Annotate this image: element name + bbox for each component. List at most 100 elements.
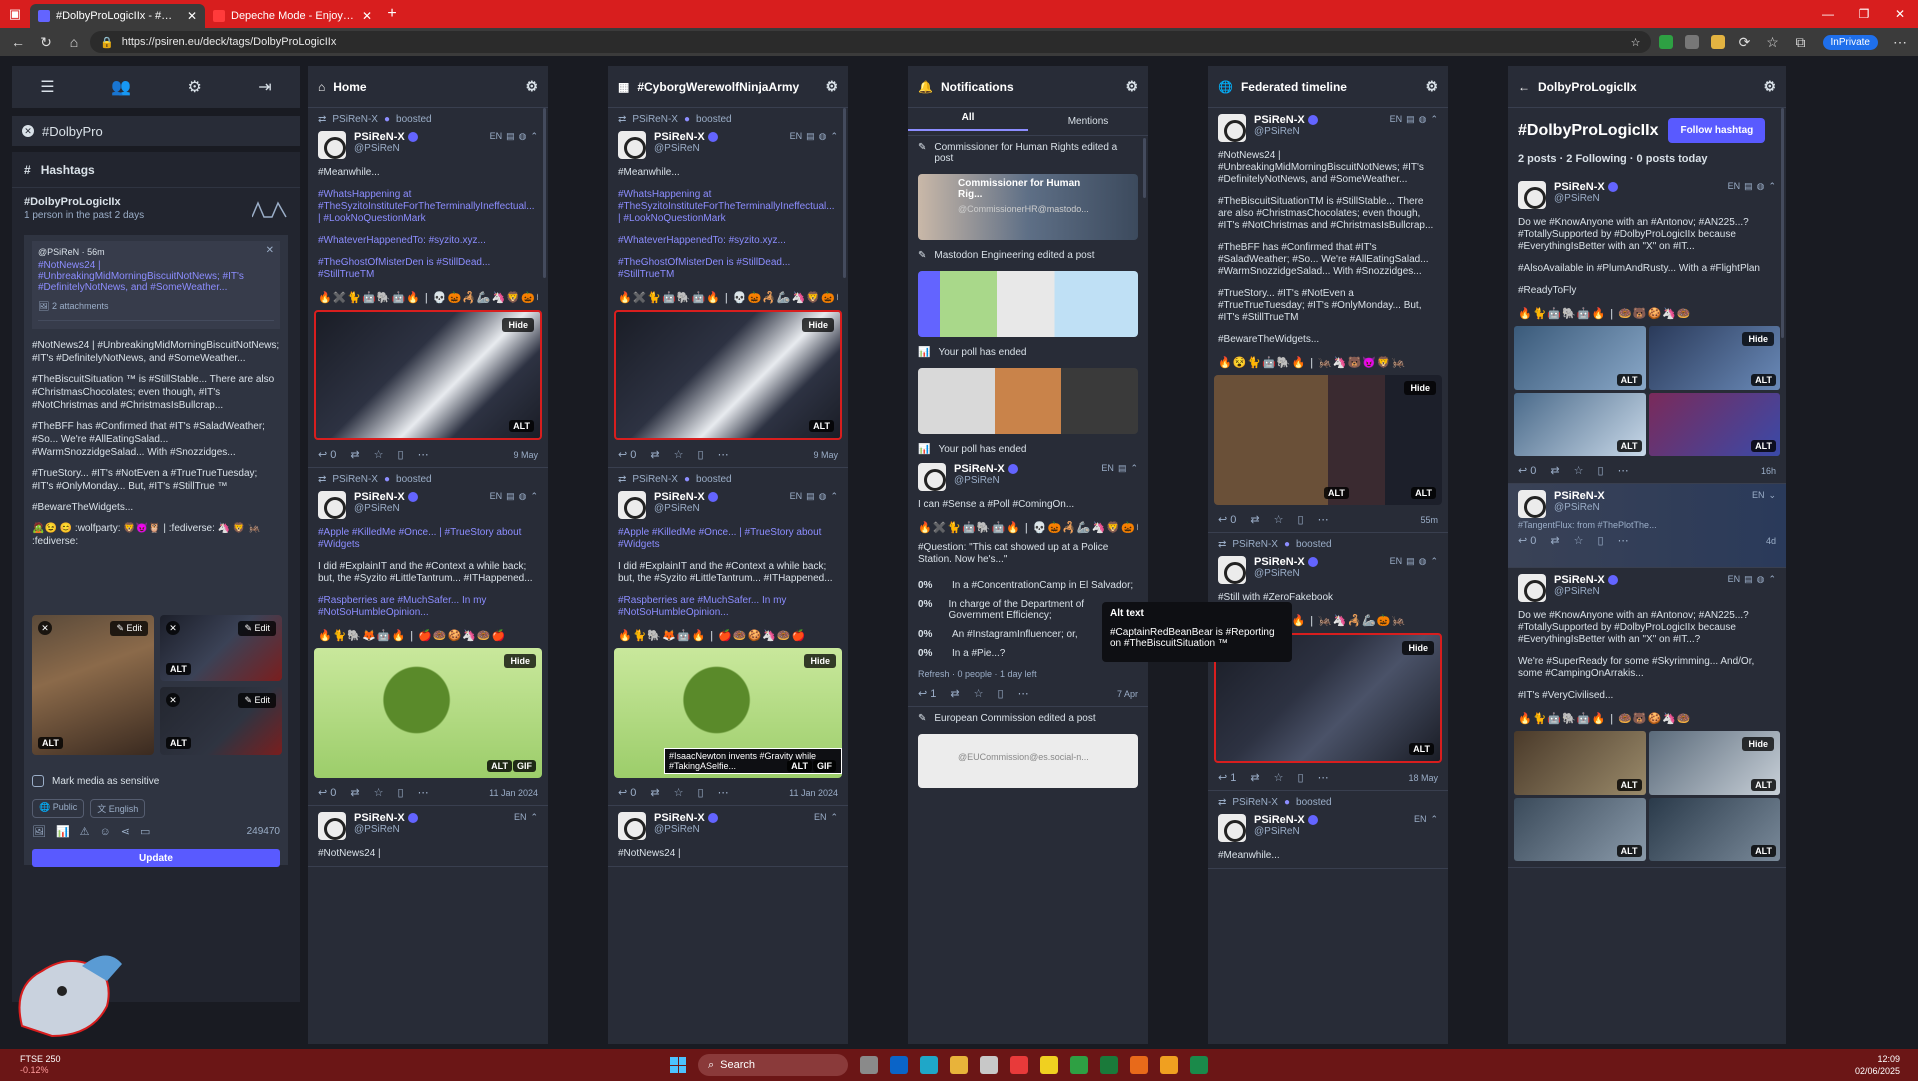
settings-icon[interactable]: ⟳ <box>1733 34 1757 51</box>
favourite-icon[interactable]: ☆ <box>1574 534 1584 547</box>
alt-badge[interactable]: ALT <box>509 420 534 432</box>
reply-all-icon[interactable]: ↩ 1 <box>1218 771 1236 784</box>
column-settings-icon[interactable]: ⚙ <box>525 78 538 95</box>
media-item[interactable]: ALT <box>1648 797 1780 861</box>
notification-edited[interactable]: ✎ Mastodon Engineering edited a post <box>908 244 1148 267</box>
favourite-icon[interactable]: ☆ <box>974 687 984 700</box>
excel-icon[interactable] <box>1190 1056 1208 1074</box>
boost-icon[interactable]: ⇄ <box>350 786 359 799</box>
display-name[interactable]: PSiReN-X <box>654 131 718 143</box>
bookmark-icon[interactable]: ▯ <box>1298 771 1304 784</box>
status[interactable]: PSiReN-X @PSiReN EN ⌃ #NotNews24 | <box>608 806 848 867</box>
status[interactable]: ⇄ PSiReN-X ● boosted PSiReN-X @PSiReN EN ▤ ◍ ⌃… <box>308 108 548 468</box>
avatar[interactable] <box>1218 114 1246 142</box>
display-name[interactable]: PSiReN-X <box>1554 490 1605 502</box>
scrollbar[interactable] <box>843 108 846 278</box>
boost-icon[interactable]: ⇄ <box>1550 464 1559 477</box>
notification-edited[interactable]: ✎ Commissioner for Human Rights edited a … <box>908 136 1148 170</box>
avatar[interactable] <box>618 812 646 840</box>
inprivate-badge[interactable]: InPrivate <box>1822 34 1878 50</box>
status-date[interactable]: 18 May <box>1408 773 1438 783</box>
avatar[interactable] <box>318 491 346 519</box>
browser-menu-icon[interactable]: ▣ <box>0 0 30 28</box>
language-dropdown[interactable]: 文 English <box>90 799 146 818</box>
follow-hashtag-button[interactable]: Follow hashtag <box>1668 118 1766 143</box>
alt-badge[interactable]: ALT <box>1751 373 1776 386</box>
upload-thumbnail[interactable]: ✕ ✎ Edit ALT <box>160 687 282 755</box>
more-icon[interactable]: ⋯ <box>718 448 729 461</box>
favourite-icon[interactable]: ☆ <box>674 448 684 461</box>
avatar[interactable] <box>318 812 346 840</box>
alt-badge[interactable]: ALT <box>1751 778 1776 791</box>
more-icon[interactable]: ⋯ <box>1018 687 1029 700</box>
media-gallery[interactable]: ALT Hide ALT ALT ALT <box>1514 326 1780 456</box>
status[interactable]: PSiReN-X @PSiReN EN ▤ ◍ ⌃ Do we #KnowAnyone… <box>1508 175 1786 484</box>
status-date[interactable]: 16h <box>1761 466 1776 476</box>
boost-icon[interactable]: ⇄ <box>1250 513 1259 526</box>
column-header[interactable]: ▦ #CyborgWerewolfNinjaArmy ⚙ <box>608 66 848 108</box>
status[interactable]: ⇄ PSiReN-X ● boosted PSiReN-X @PSiReN EN ▤ ◍ ⌃… <box>608 468 848 806</box>
display-name[interactable]: PSiReN-X <box>354 491 418 503</box>
status-date[interactable]: 11 Jan 2024 <box>789 788 838 798</box>
tab-youtube[interactable]: Depeche Mode - Enjoy The Silence ✕ <box>205 4 380 28</box>
collapse-icon[interactable]: ⌃ <box>1430 814 1438 825</box>
cancel-reply-icon[interactable]: ✕ <box>266 245 274 256</box>
content-warning-icon[interactable]: ⚠ <box>80 825 90 838</box>
close-tab-icon[interactable]: ✕ <box>362 9 372 23</box>
alt-badge[interactable]: ALT <box>1409 743 1434 755</box>
bookmark-icon[interactable]: ▯ <box>998 687 1004 700</box>
expand-icon[interactable]: ⌄ <box>1768 490 1776 501</box>
maximize-icon[interactable]: ❐ <box>1846 7 1882 21</box>
status[interactable]: ⇄ PSiReN-X ● boosted PSiReN-X @PSiReN EN ⌃ #… <box>1208 791 1448 869</box>
home-icon[interactable]: ⌂ <box>62 34 86 50</box>
media-item[interactable]: ALT <box>1514 731 1646 795</box>
alt-badge[interactable]: ALT <box>809 420 834 432</box>
menu-icon[interactable]: ☰ <box>40 77 54 97</box>
task-view-icon[interactable] <box>860 1056 878 1074</box>
visibility-dropdown[interactable]: 🌐 Public <box>32 799 85 818</box>
column-settings-icon[interactable]: ⚙ <box>825 78 838 95</box>
more-icon[interactable]: ⋯ <box>1318 771 1329 784</box>
alt-badge[interactable]: ALT <box>1616 845 1642 857</box>
media-gallery[interactable]: Hide ALT <box>314 310 542 440</box>
start-windows-icon[interactable] <box>670 1057 686 1073</box>
notification-edited[interactable]: ✎ European Commission edited a post <box>908 707 1148 730</box>
share-icon[interactable]: ⋖ <box>121 825 130 838</box>
bookmark-icon[interactable]: ▯ <box>1598 464 1604 477</box>
media-gallery[interactable]: Hide ALT GIF <box>314 648 542 778</box>
tab-mentions[interactable]: Mentions <box>1028 116 1148 127</box>
app-icon[interactable] <box>980 1056 998 1074</box>
column-header[interactable]: ← DolbyProLogicIIx ⚙ <box>1508 66 1786 108</box>
status-preview-card[interactable]: @EUCommission@es.social-n... <box>918 734 1138 788</box>
status-preview-card[interactable]: Commissioner for Human Rig... @Commissio… <box>918 174 1138 240</box>
bookmark-icon[interactable]: ▯ <box>698 448 704 461</box>
remove-upload-icon[interactable]: ✕ <box>166 621 180 635</box>
poll-status[interactable]: PSiReN-X @PSiReN EN ▤ ⌃ I can #Sense a #Po… <box>908 461 1148 707</box>
scrollbar[interactable] <box>543 108 546 278</box>
alt-badge[interactable]: ALT <box>1751 845 1776 857</box>
scrollbar[interactable] <box>1781 108 1784 338</box>
app-icon[interactable] <box>1010 1056 1028 1074</box>
remove-upload-icon[interactable]: ✕ <box>38 621 52 635</box>
hide-media-button[interactable]: Hide <box>1402 641 1434 655</box>
hide-media-button[interactable]: Hide <box>1404 381 1436 395</box>
media-item[interactable]: Hide ALT <box>1648 731 1780 795</box>
boost-icon[interactable]: ⇄ <box>650 448 659 461</box>
hide-media-button[interactable]: Hide <box>1742 737 1774 751</box>
alt-badge[interactable]: ALT <box>1411 487 1436 499</box>
avatar[interactable] <box>618 131 646 159</box>
reply-icon[interactable]: ↩ 0 <box>1518 464 1536 477</box>
more-menu-icon[interactable]: ⋯ <box>1888 34 1912 51</box>
status-preview-card[interactable] <box>918 368 1138 434</box>
alt-badge[interactable]: ALT <box>1616 373 1642 386</box>
avatar[interactable] <box>618 491 646 519</box>
upload-thumbnail[interactable]: ✕ ✎ Edit ALT <box>160 615 282 681</box>
boost-icon[interactable]: ⇄ <box>650 786 659 799</box>
boost-icon[interactable]: ⇄ <box>1550 534 1559 547</box>
reply-all-icon[interactable]: ↩ 1 <box>918 687 936 700</box>
status[interactable]: ⇄ PSiReN-X ● boosted PSiReN-X @PSiReN EN ▤ ◍ ⌃… <box>1208 533 1448 791</box>
edit-upload-button[interactable]: ✎ Edit <box>238 621 276 636</box>
preferences-icon[interactable]: ⚙ <box>187 77 201 97</box>
collapse-icon[interactable]: ⌃ <box>530 131 538 142</box>
hide-media-button[interactable]: Hide <box>804 654 836 668</box>
